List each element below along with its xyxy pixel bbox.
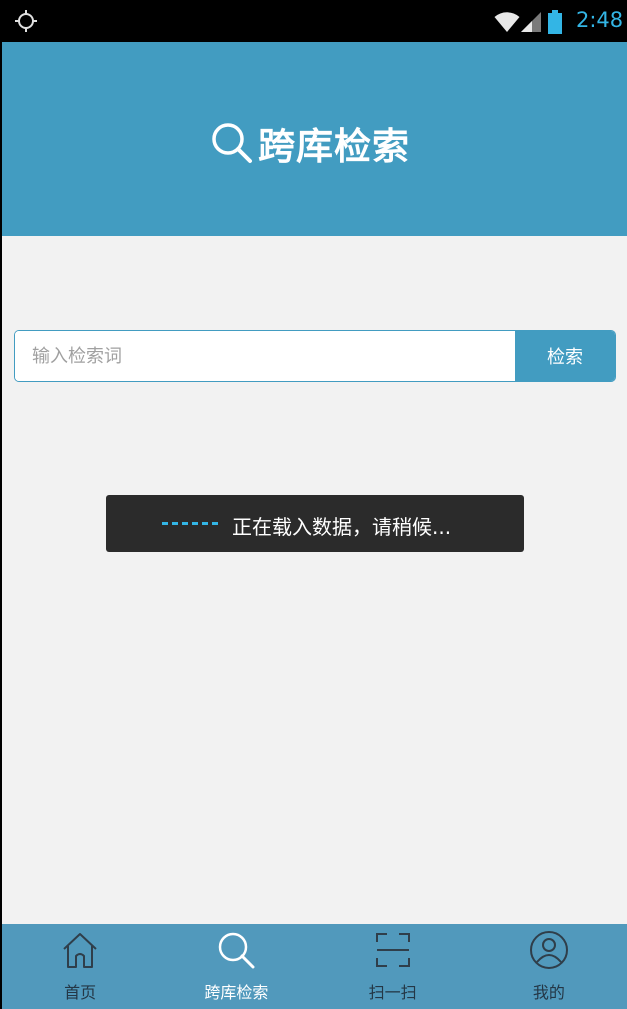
search-bar: 检索 bbox=[14, 330, 616, 382]
status-bar: 2:48 bbox=[2, 0, 627, 42]
signal-icon bbox=[521, 12, 541, 32]
nav-label-cross-search: 跨库检索 bbox=[204, 983, 269, 1002]
search-button[interactable]: 检索 bbox=[515, 331, 615, 381]
nav-label-scan: 扫一扫 bbox=[368, 983, 417, 1002]
page-header: 跨库检索 bbox=[2, 42, 627, 236]
home-icon bbox=[63, 933, 97, 968]
status-time: 2:48 bbox=[576, 8, 624, 32]
search-icon bbox=[212, 123, 252, 163]
wifi-icon bbox=[494, 12, 520, 32]
nav-item-profile[interactable]: 我的 bbox=[471, 924, 627, 1009]
search-input[interactable] bbox=[15, 331, 515, 381]
nav-item-home[interactable]: 首页 bbox=[2, 924, 158, 1009]
nav-label-home: 首页 bbox=[64, 983, 97, 1002]
loading-spinner-icon bbox=[162, 522, 218, 525]
app-screen: 2:48 跨库检索 检索 正在载入数据，请稍候... bbox=[2, 0, 627, 1009]
loading-message: 正在载入数据，请稍候... bbox=[232, 515, 452, 539]
gps-icon bbox=[15, 10, 37, 32]
nav-item-cross-search[interactable]: 跨库检索 bbox=[158, 924, 314, 1009]
search-icon bbox=[219, 932, 255, 969]
bottom-nav: 首页 跨库检索 扫一扫 我的 bbox=[2, 924, 627, 1009]
nav-label-profile: 我的 bbox=[532, 983, 565, 1002]
loading-toast: 正在载入数据，请稍候... bbox=[106, 495, 524, 552]
user-icon bbox=[529, 931, 568, 969]
scan-icon bbox=[375, 933, 410, 967]
battery-icon bbox=[548, 10, 562, 34]
header-title-group: 跨库检索 bbox=[210, 118, 410, 168]
nav-item-scan[interactable]: 扫一扫 bbox=[315, 924, 471, 1009]
page-title: 跨库检索 bbox=[258, 125, 410, 168]
